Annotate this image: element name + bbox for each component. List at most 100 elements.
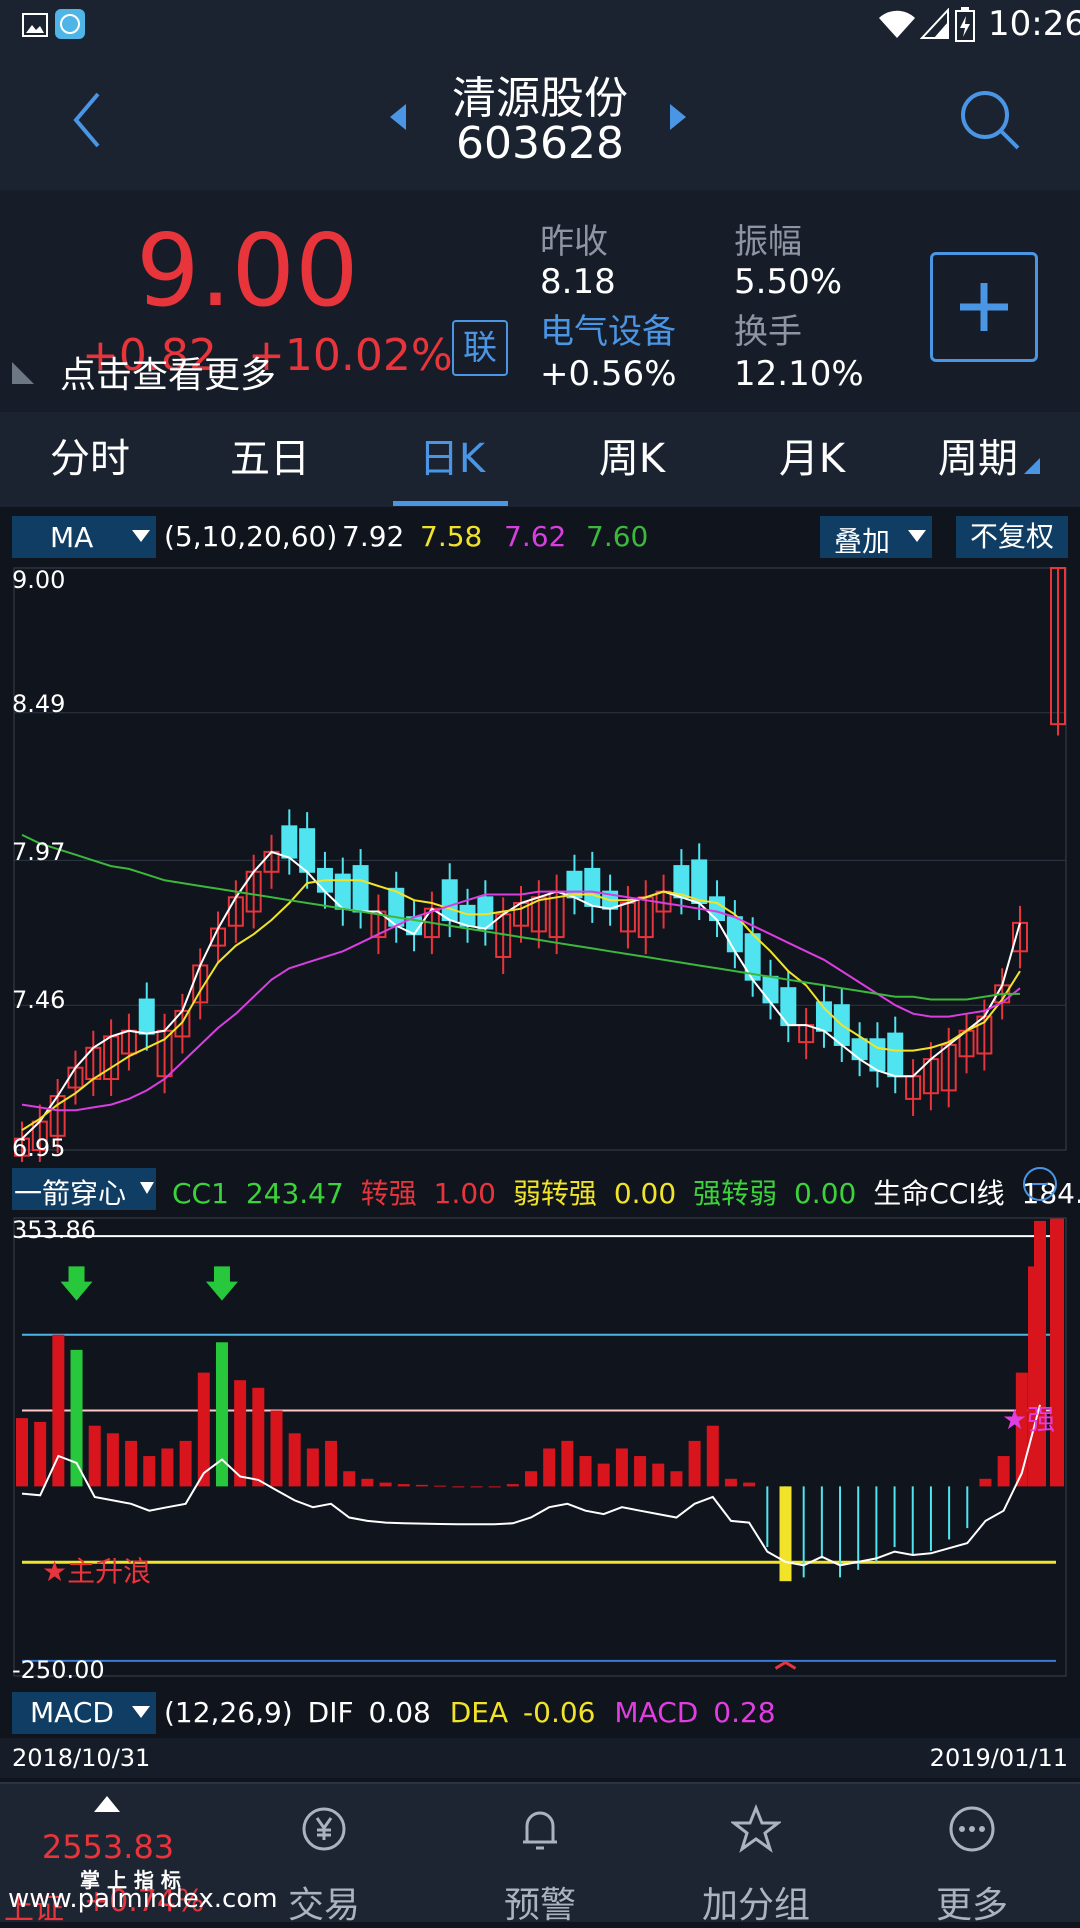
tab-daily-k[interactable]: 日K [372, 412, 532, 507]
prev-close-value: 8.18 [540, 262, 616, 302]
prev-stock-icon[interactable] [386, 102, 410, 132]
sell-marker-icon [774, 1660, 797, 1670]
nav-trade[interactable]: 交易 [216, 1784, 432, 1926]
cci-bar [306, 1448, 319, 1487]
back-icon[interactable] [68, 90, 108, 150]
amplitude-value: 5.50% [734, 262, 843, 302]
tab-five-day[interactable]: 五日 [190, 412, 350, 507]
dea-label: DEA [449, 1696, 509, 1729]
z3-label: 强转弱 [693, 1177, 778, 1210]
cci-bar [688, 1440, 701, 1487]
buy-arrow-icon [60, 1266, 93, 1301]
expand-corner-icon[interactable] [12, 362, 34, 384]
cci-bar [125, 1440, 138, 1487]
cci-bar [561, 1440, 574, 1487]
z3-value: 0.00 [793, 1177, 857, 1210]
dropdown-arrow-icon [140, 1182, 154, 1194]
prev-close-label: 昨收 [540, 222, 608, 262]
cci-bar [161, 1448, 174, 1487]
next-stock-icon[interactable] [666, 102, 690, 132]
candle-body [762, 975, 779, 1004]
status-time: 10:26 [988, 4, 1080, 44]
cci-bar [452, 1486, 465, 1488]
cci-axis-bottom: -250.00 [12, 1656, 105, 1684]
cci-bar [979, 1478, 992, 1487]
cci-bar [670, 1471, 683, 1487]
nav-add-group[interactable]: 加分组 [648, 1784, 864, 1926]
cci-chart[interactable] [0, 1212, 1080, 1682]
image-notification-icon [22, 13, 48, 37]
buy-arrow-icon [205, 1266, 238, 1301]
cci-bar [579, 1456, 592, 1487]
link-badge[interactable]: 联 [452, 320, 508, 376]
cci-bar [234, 1380, 247, 1487]
cci-bar [252, 1387, 265, 1487]
macd-params: (12,26,9) [164, 1696, 293, 1729]
overlay-button[interactable]: 叠加 [820, 516, 932, 558]
index-ticker[interactable]: 2553.83 上证 +0.74% 掌 上 指 标 www.palmindex.… [0, 1784, 278, 1927]
cci-bar [615, 1448, 628, 1487]
price-axis-label: 9.00 [12, 566, 66, 594]
nav-trade-label: 交易 [287, 1885, 360, 1926]
bottom-nav: 2553.83 上证 +0.74% 掌 上 指 标 www.palmindex.… [0, 1782, 1080, 1927]
candle-body [281, 825, 298, 859]
cci-bar [16, 1418, 28, 1487]
candle-body [352, 865, 369, 913]
candle-body [726, 916, 743, 953]
period-tabs: 分时 五日 日K 周K 月K 周期 [0, 412, 1080, 507]
ma-params: (5,10,20,60) [164, 520, 338, 553]
price-axis-label: 7.97 [12, 838, 66, 866]
dropdown-arrow-icon [132, 530, 150, 542]
search-icon[interactable] [958, 88, 1022, 152]
indicator-select-cci[interactable]: 一箭穿心 [12, 1168, 156, 1210]
dropdown-arrow-icon [908, 530, 926, 542]
candle-body [691, 859, 708, 905]
signal-icon [920, 8, 949, 39]
dropdown-arrow-icon [132, 1706, 150, 1718]
quote-panel: 9.00 +0.82 +10.02% 点击查看更多 联 昨收 8.18 电气设备… [0, 190, 1080, 412]
cci-bar [270, 1410, 283, 1487]
indicator-select-ma[interactable]: MA [12, 516, 156, 558]
tab-intraday[interactable]: 分时 [10, 412, 170, 507]
overlay-button-label: 叠加 [834, 525, 891, 558]
ma20-value: 7.62 [504, 520, 567, 553]
indicator-select-label: MACD [30, 1696, 114, 1729]
amplitude-label: 振幅 [734, 222, 802, 262]
cci-bar [470, 1486, 483, 1488]
z1-label: 转强 [360, 1177, 417, 1210]
index-value: 2553.83 [41, 1828, 175, 1866]
macd-info-row: (12,26,9) DIF 0.08 DEA -0.06 MACD 0.28 [164, 1696, 776, 1729]
candle-body [566, 870, 583, 899]
cci-bar [525, 1471, 537, 1487]
nav-more[interactable]: 更多 [864, 1784, 1080, 1926]
cci-bar [343, 1471, 356, 1487]
price-axis-label: 6.95 [12, 1134, 66, 1162]
cci-bar [34, 1421, 47, 1487]
candle-body [441, 879, 458, 922]
adjust-button[interactable]: 不复权 [956, 516, 1068, 558]
cci-bar [143, 1456, 156, 1487]
cci-settings-icon[interactable] [1022, 1166, 1058, 1202]
sector-label[interactable]: 电气设备 [540, 304, 676, 353]
stock-code: 603628 [456, 118, 624, 169]
cc1-label: CC1 [172, 1177, 229, 1210]
add-watchlist-button[interactable] [930, 252, 1038, 362]
period-dropdown-icon[interactable] [1024, 458, 1040, 474]
chart-frame [13, 1217, 1067, 1677]
dif-label: DIF [307, 1696, 354, 1729]
bell-icon [523, 1811, 557, 1850]
z2-value: 0.00 [613, 1177, 677, 1210]
nav-more-label: 更多 [935, 1885, 1008, 1926]
tab-monthly-k[interactable]: 月K [732, 412, 892, 507]
tab-weekly-k[interactable]: 周K [552, 412, 712, 507]
nav-alert-label: 预警 [503, 1885, 576, 1926]
z2-label: 弱转强 [512, 1177, 597, 1210]
view-more-overlay[interactable]: 点击查看更多 [60, 346, 276, 398]
turnover-label: 换手 [734, 312, 802, 352]
indicator-select-macd[interactable]: MACD [12, 1692, 156, 1734]
nav-alert[interactable]: 预警 [432, 1784, 648, 1926]
yen-exchange-icon [302, 1807, 346, 1851]
macd-value: 0.28 [713, 1696, 776, 1729]
kline-chart[interactable] [0, 562, 1080, 1162]
current-price: 9.00 [136, 212, 359, 329]
